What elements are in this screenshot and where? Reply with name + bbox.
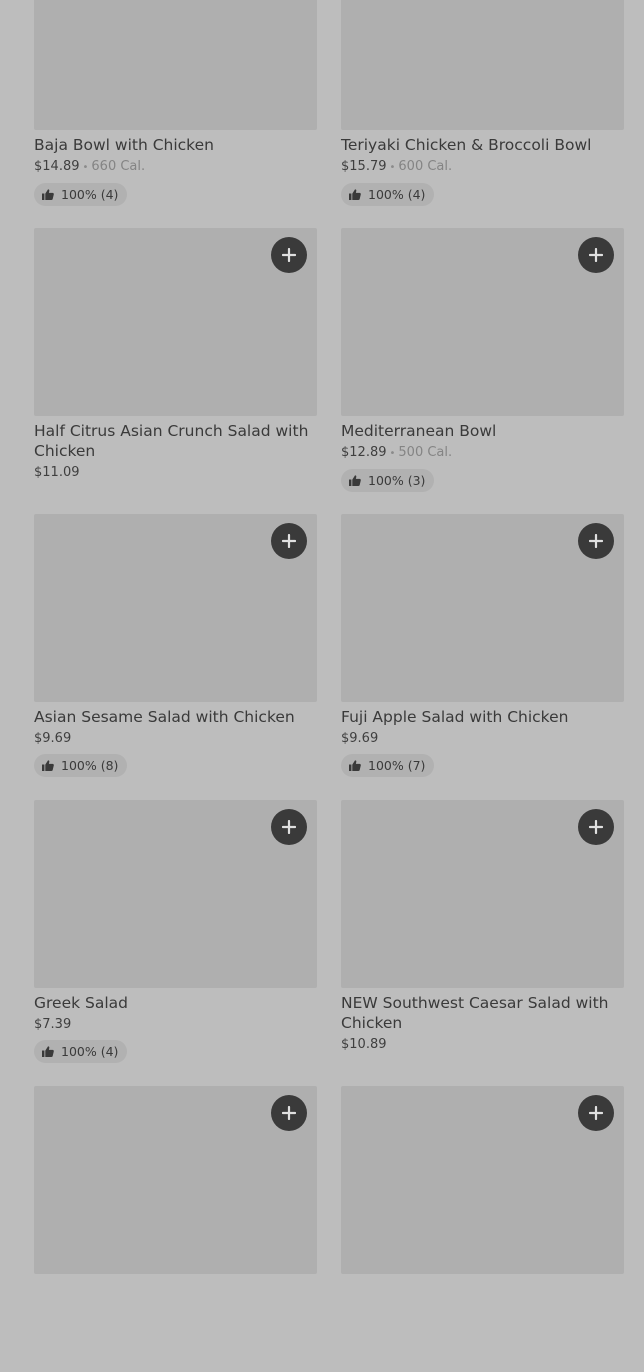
item-name[interactable]: Baja Bowl with Chicken <box>34 135 317 155</box>
item-price: $9.69 <box>341 731 379 746</box>
add-to-cart-button[interactable] <box>271 237 307 273</box>
item-meta: $10.89 <box>341 1036 624 1053</box>
menu-item-card[interactable]: NEW Southwest Caesar Salad with Chicken … <box>341 800 624 1086</box>
item-image[interactable] <box>341 0 624 130</box>
item-calories: 500 Cal. <box>398 445 453 460</box>
item-meta: $9.69 <box>34 730 317 747</box>
rating-text: 100% (8) <box>61 758 119 773</box>
item-name[interactable]: Half Citrus Asian Crunch Salad with Chic… <box>34 421 317 461</box>
add-to-cart-button[interactable] <box>578 1095 614 1131</box>
add-to-cart-button[interactable] <box>578 809 614 845</box>
menu-item-card[interactable]: Half Citrus Asian Crunch Salad with Chic… <box>34 228 317 514</box>
separator-dot: • <box>389 448 396 459</box>
item-meta: $15.79 • 600 Cal. <box>341 158 624 176</box>
plus-icon <box>589 534 603 548</box>
plus-icon <box>589 1106 603 1120</box>
menu-item-card[interactable] <box>341 1086 624 1372</box>
rating-text: 100% (4) <box>368 187 426 202</box>
item-image[interactable] <box>34 1086 317 1274</box>
rating-badge: 100% (4) <box>341 183 435 206</box>
item-price: $10.89 <box>341 1037 387 1052</box>
separator-dot: • <box>82 162 89 173</box>
rating-badge: 100% (4) <box>34 1040 128 1063</box>
item-calories: 660 Cal. <box>91 159 146 174</box>
thumbs-up-icon <box>349 475 361 486</box>
rating-badge: 100% (8) <box>34 754 128 777</box>
thumbs-up-icon <box>42 760 54 771</box>
item-name[interactable]: Greek Salad <box>34 993 317 1013</box>
item-name[interactable]: NEW Southwest Caesar Salad with Chicken <box>341 993 624 1033</box>
item-meta: $11.09 <box>34 464 317 481</box>
rating-badge: 100% (4) <box>34 183 128 206</box>
plus-icon <box>589 820 603 834</box>
rating-text: 100% (3) <box>368 473 426 488</box>
rating-text: 100% (4) <box>61 1044 119 1059</box>
menu-item-card[interactable]: Fuji Apple Salad with Chicken $9.69 100%… <box>341 514 624 800</box>
item-image[interactable] <box>341 228 624 416</box>
item-price: $15.79 <box>341 159 387 174</box>
item-image[interactable] <box>34 0 317 130</box>
item-image[interactable] <box>341 1086 624 1274</box>
menu-item-card[interactable]: Baja Bowl with Chicken $14.89 • 660 Cal. 1… <box>34 0 317 228</box>
menu-item-card[interactable]: Mediterranean Bowl $12.89 • 500 Cal. 100% … <box>341 228 624 514</box>
rating-badge: 100% (7) <box>341 754 435 777</box>
item-name[interactable]: Fuji Apple Salad with Chicken <box>341 707 624 727</box>
add-to-cart-button[interactable] <box>271 809 307 845</box>
item-name[interactable]: Teriyaki Chicken & Broccoli Bowl <box>341 135 624 155</box>
separator-dot: • <box>389 162 396 173</box>
item-price: $11.09 <box>34 465 80 480</box>
item-image[interactable] <box>34 514 317 702</box>
thumbs-up-icon <box>42 1046 54 1057</box>
item-meta: $14.89 • 660 Cal. <box>34 158 317 176</box>
item-name[interactable]: Asian Sesame Salad with Chicken <box>34 707 317 727</box>
add-to-cart-button[interactable] <box>271 1095 307 1131</box>
item-meta: $9.69 <box>341 730 624 747</box>
rating-text: 100% (7) <box>368 758 426 773</box>
menu-item-card[interactable]: Teriyaki Chicken & Broccoli Bowl $15.79 •… <box>341 0 624 228</box>
plus-icon <box>282 1106 296 1120</box>
plus-icon <box>282 534 296 548</box>
menu-items-grid: Baja Bowl with Chicken $14.89 • 660 Cal. 1… <box>34 0 624 1372</box>
add-to-cart-button[interactable] <box>578 237 614 273</box>
add-to-cart-button[interactable] <box>578 523 614 559</box>
plus-icon <box>282 820 296 834</box>
item-image[interactable] <box>341 514 624 702</box>
plus-icon <box>589 248 603 262</box>
rating-text: 100% (4) <box>61 187 119 202</box>
item-meta: $12.89 • 500 Cal. <box>341 444 624 462</box>
thumbs-up-icon <box>349 760 361 771</box>
item-image[interactable] <box>34 228 317 416</box>
add-to-cart-button[interactable] <box>271 523 307 559</box>
item-name[interactable]: Mediterranean Bowl <box>341 421 624 441</box>
item-image[interactable] <box>34 800 317 988</box>
item-price: $9.69 <box>34 731 72 746</box>
rating-badge: 100% (3) <box>341 469 435 492</box>
plus-icon <box>282 248 296 262</box>
thumbs-up-icon <box>349 189 361 200</box>
menu-item-card[interactable] <box>34 1086 317 1372</box>
menu-item-card[interactable]: Asian Sesame Salad with Chicken $9.69 10… <box>34 514 317 800</box>
item-image[interactable] <box>341 800 624 988</box>
item-price: $7.39 <box>34 1017 72 1032</box>
menu-item-card[interactable]: Greek Salad $7.39 100% (4) <box>34 800 317 1086</box>
item-calories: 600 Cal. <box>398 159 453 174</box>
thumbs-up-icon <box>42 189 54 200</box>
item-meta: $7.39 <box>34 1016 317 1033</box>
item-price: $14.89 <box>34 159 80 174</box>
item-price: $12.89 <box>341 445 387 460</box>
